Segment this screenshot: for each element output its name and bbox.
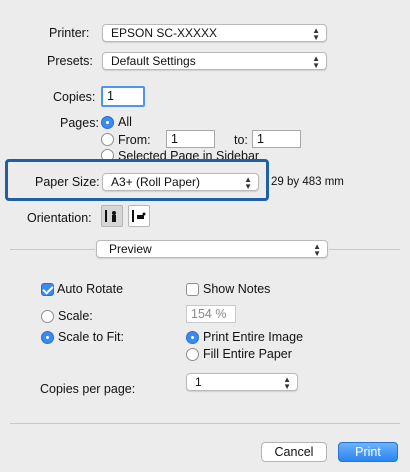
section-value: Preview <box>109 242 152 256</box>
copies-per-page-label: Copies per page: <box>40 382 136 396</box>
updown-arrows-icon: ▲ ▼ <box>312 54 320 70</box>
copies-label: Copies: <box>53 90 96 104</box>
updown-arrows-icon: ▲ ▼ <box>283 375 291 391</box>
auto-rotate-checkbox[interactable] <box>41 283 54 296</box>
landscape-icon <box>132 210 146 222</box>
pages-to-label: to: <box>234 133 248 147</box>
paper-size-select[interactable]: A3+ (Roll Paper) ▲ ▼ <box>102 173 259 191</box>
printer-label: Printer: <box>49 26 90 40</box>
printer-select[interactable]: EPSON SC-XXXXX ▲ ▼ <box>102 24 327 42</box>
pages-all-radio[interactable] <box>101 116 114 129</box>
paper-size-value: A3+ (Roll Paper) <box>111 175 201 189</box>
updown-arrows-icon: ▲ ▼ <box>313 242 321 258</box>
print-entire-image-radio[interactable] <box>186 331 199 344</box>
section-select[interactable]: Preview ▲ ▼ <box>96 240 328 258</box>
fill-entire-paper-label: Fill Entire Paper <box>203 347 292 361</box>
orientation-label: Orientation: <box>27 211 92 225</box>
pages-from-input[interactable]: 1 <box>166 130 215 148</box>
orientation-landscape-button[interactable] <box>128 205 150 227</box>
scale-input[interactable]: 154 % <box>186 305 236 323</box>
scale-label: Scale: <box>58 309 93 323</box>
pages-label: Pages: <box>60 116 99 130</box>
fill-entire-paper-radio[interactable] <box>186 348 199 361</box>
show-notes-checkbox[interactable] <box>186 283 199 296</box>
print-entire-image-label: Print Entire Image <box>203 330 304 344</box>
show-notes-label: Show Notes <box>203 282 271 296</box>
cancel-button[interactable]: Cancel <box>261 442 327 462</box>
pages-to-input[interactable]: 1 <box>252 130 301 148</box>
printer-value: EPSON SC-XXXXX <box>111 26 218 40</box>
pages-all-label: All <box>118 115 132 129</box>
pages-from-radio[interactable] <box>101 133 114 146</box>
presets-select[interactable]: Default Settings ▲ ▼ <box>102 52 327 70</box>
copies-per-page-select[interactable]: 1 ▲ ▼ <box>186 373 298 391</box>
paper-size-dimensions: 29 by 483 mm <box>271 176 344 188</box>
updown-arrows-icon: ▲ ▼ <box>244 175 252 191</box>
portrait-icon <box>105 210 116 222</box>
section-separator-right <box>329 249 400 250</box>
orientation-portrait-button[interactable] <box>101 205 123 227</box>
paper-size-label: Paper Size: <box>35 175 100 189</box>
copies-per-page-value: 1 <box>195 375 202 389</box>
section-separator-left <box>10 249 95 250</box>
presets-value: Default Settings <box>111 54 196 68</box>
updown-arrows-icon: ▲ ▼ <box>312 26 320 42</box>
copies-input[interactable]: 1 <box>101 86 145 107</box>
scale-radio[interactable] <box>41 310 54 323</box>
presets-label: Presets: <box>47 54 93 68</box>
auto-rotate-label: Auto Rotate <box>57 282 124 296</box>
print-button[interactable]: Print <box>338 442 398 462</box>
scale-to-fit-label: Scale to Fit: <box>58 330 124 344</box>
bottom-separator <box>10 423 400 424</box>
pages-from-label: From: <box>118 133 151 147</box>
scale-to-fit-radio[interactable] <box>41 331 54 344</box>
